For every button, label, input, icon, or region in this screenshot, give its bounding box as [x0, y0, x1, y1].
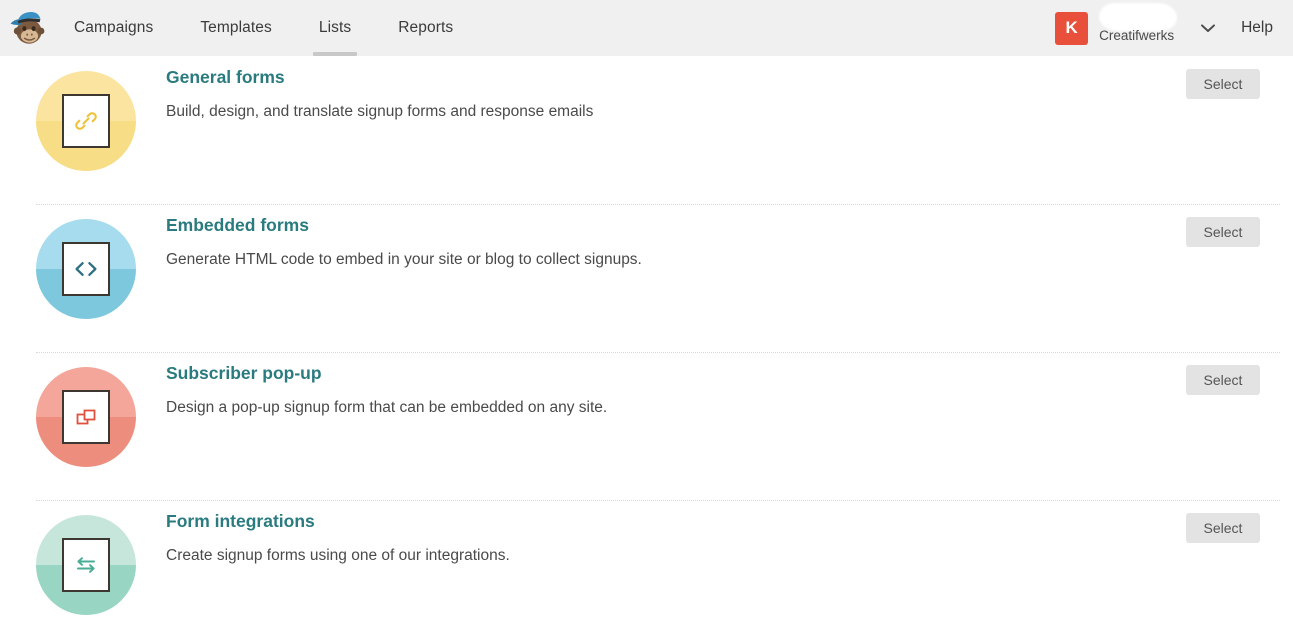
list-item-text: Form integrations Create signup forms us… [166, 500, 1186, 566]
list-item-title[interactable]: Subscriber pop-up [166, 362, 322, 385]
list-item: Subscriber pop-up Design a pop-up signup… [0, 352, 1293, 500]
mailchimp-logo-icon[interactable] [0, 0, 52, 56]
app-header: Campaigns Templates Lists Reports K Crea… [0, 0, 1293, 56]
nav-item-lists[interactable]: Lists [312, 0, 358, 56]
list-item: General forms Build, design, and transla… [0, 56, 1293, 204]
chevron-down-icon[interactable] [1197, 0, 1219, 56]
account-switcher[interactable]: Creatifwerks [1099, 0, 1191, 56]
popup-window-icon [36, 367, 136, 467]
list-item-description: Create signup forms using one of our int… [166, 546, 510, 564]
nav-item-templates-label: Templates [200, 19, 272, 36]
nav-item-campaigns[interactable]: Campaigns [74, 0, 153, 56]
nav-item-campaigns-label: Campaigns [74, 19, 154, 36]
select-button[interactable]: Select [1186, 513, 1260, 543]
nav-item-reports-label: Reports [398, 19, 454, 36]
list-item-text: Embedded forms Generate HTML code to emb… [166, 204, 1186, 270]
link-icon [36, 71, 136, 171]
list-item-description: Build, design, and translate signup form… [166, 102, 594, 120]
row-divider [36, 500, 1280, 501]
list-item: Form integrations Create signup forms us… [0, 500, 1293, 643]
row-divider [36, 204, 1280, 205]
signup-form-type-list: General forms Build, design, and transla… [0, 56, 1293, 643]
list-item-description: Generate HTML code to embed in your site… [166, 250, 642, 268]
list-item-text: General forms Build, design, and transla… [166, 56, 1186, 122]
list-item-text: Subscriber pop-up Design a pop-up signup… [166, 352, 1186, 418]
avatar[interactable]: K [1055, 11, 1089, 45]
list-item-title[interactable]: General forms [166, 66, 285, 89]
nav-item-templates[interactable]: Templates [200, 0, 272, 56]
list-item-title[interactable]: Form integrations [166, 510, 315, 533]
code-brackets-icon [36, 219, 136, 319]
exchange-arrows-icon [36, 515, 136, 615]
header-account-area: K Creatifwerks Help [1055, 0, 1293, 56]
select-button[interactable]: Select [1186, 217, 1260, 247]
avatar-initial: K [1065, 18, 1078, 37]
list-item-title[interactable]: Embedded forms [166, 214, 309, 237]
main-nav: Campaigns Templates Lists Reports [74, 0, 500, 56]
nav-item-reports[interactable]: Reports [398, 0, 453, 56]
select-button[interactable]: Select [1186, 69, 1260, 99]
help-link[interactable]: Help [1241, 19, 1273, 37]
redacted-username [1101, 5, 1176, 29]
list-item: Embedded forms Generate HTML code to emb… [0, 204, 1293, 352]
select-button[interactable]: Select [1186, 365, 1260, 395]
nav-item-lists-label: Lists [318, 19, 352, 36]
row-divider [36, 352, 1280, 353]
account-name: Creatifwerks [1099, 28, 1175, 43]
list-item-description: Design a pop-up signup form that can be … [166, 398, 608, 416]
